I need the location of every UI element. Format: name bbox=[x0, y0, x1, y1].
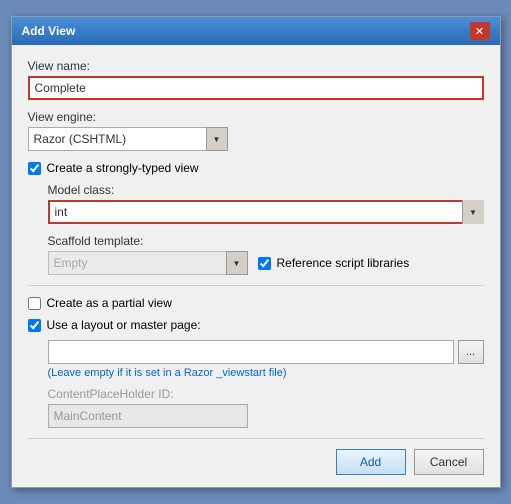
strongly-typed-checkbox[interactable] bbox=[28, 162, 41, 175]
layout-input-row: ... bbox=[48, 340, 484, 364]
scaffold-group: Scaffold template: Empty ▼ Reference scr… bbox=[48, 234, 484, 275]
reference-scripts-row: Reference script libraries bbox=[258, 256, 410, 270]
layout-path-input[interactable] bbox=[48, 340, 454, 364]
view-engine-label: View engine: bbox=[28, 110, 484, 124]
content-placeholder-input[interactable] bbox=[48, 404, 248, 428]
partial-view-row: Create as a partial view bbox=[28, 296, 484, 310]
dialog-content: View name: View engine: Razor (CSHTML) ▼… bbox=[12, 45, 500, 487]
scaffold-select-wrapper: Empty ▼ bbox=[48, 251, 248, 275]
scaffold-row: Empty ▼ Reference script libraries bbox=[48, 251, 484, 275]
view-engine-select-wrapper: Razor (CSHTML) ▼ bbox=[28, 127, 228, 151]
title-bar: Add View ✕ bbox=[12, 17, 500, 45]
model-class-label: Model class: bbox=[48, 183, 484, 197]
scaffold-template-label: Scaffold template: bbox=[48, 234, 484, 248]
view-name-input[interactable] bbox=[28, 76, 484, 100]
reference-scripts-label[interactable]: Reference script libraries bbox=[277, 256, 410, 270]
view-name-group: View name: bbox=[28, 59, 484, 100]
partial-view-checkbox[interactable] bbox=[28, 297, 41, 310]
cancel-button[interactable]: Cancel bbox=[414, 449, 484, 475]
model-class-input[interactable] bbox=[48, 200, 484, 224]
content-placeholder-group: ContentPlaceHolder ID: bbox=[48, 387, 484, 428]
browse-button[interactable]: ... bbox=[458, 340, 484, 364]
reference-scripts-checkbox[interactable] bbox=[258, 257, 271, 270]
dialog-title: Add View bbox=[22, 24, 76, 38]
use-layout-row: Use a layout or master page: bbox=[28, 318, 484, 332]
model-class-group: Model class: ▼ bbox=[48, 183, 484, 224]
view-name-label: View name: bbox=[28, 59, 484, 73]
button-row: Add Cancel bbox=[28, 438, 484, 475]
add-button[interactable]: Add bbox=[336, 449, 406, 475]
partial-view-label[interactable]: Create as a partial view bbox=[47, 296, 172, 310]
view-engine-select[interactable]: Razor (CSHTML) bbox=[28, 127, 228, 151]
content-placeholder-label: ContentPlaceHolder ID: bbox=[48, 387, 484, 401]
use-layout-checkbox[interactable] bbox=[28, 319, 41, 332]
strongly-typed-row: Create a strongly-typed view bbox=[28, 161, 484, 175]
divider-1 bbox=[28, 285, 484, 286]
add-view-dialog: Add View ✕ View name: View engine: Razor… bbox=[11, 16, 501, 488]
scaffold-select[interactable]: Empty bbox=[48, 251, 248, 275]
strongly-typed-label[interactable]: Create a strongly-typed view bbox=[47, 161, 199, 175]
model-class-input-wrapper: ▼ bbox=[48, 200, 484, 224]
strongly-typed-section: Model class: ▼ Scaffold template: Empty … bbox=[48, 183, 484, 275]
layout-section: ... (Leave empty if it is set in a Razor… bbox=[48, 340, 484, 428]
layout-hint: (Leave empty if it is set in a Razor _vi… bbox=[48, 367, 484, 379]
view-engine-group: View engine: Razor (CSHTML) ▼ bbox=[28, 110, 484, 151]
close-button[interactable]: ✕ bbox=[470, 22, 490, 40]
use-layout-label[interactable]: Use a layout or master page: bbox=[47, 318, 201, 332]
